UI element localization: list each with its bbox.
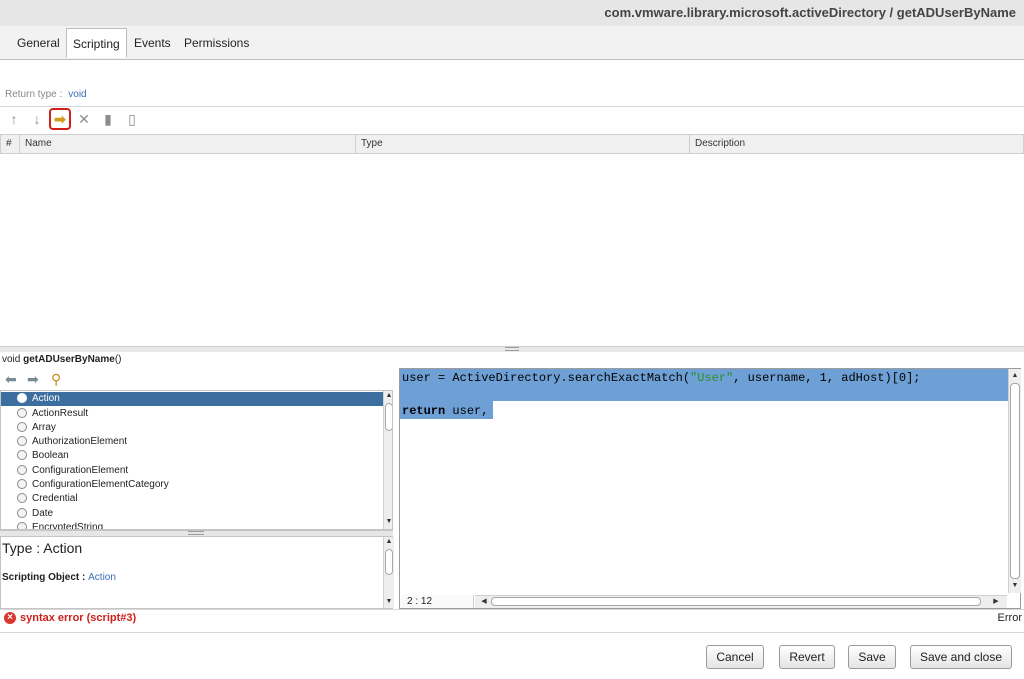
status-bar	[0, 609, 1024, 632]
save-and-close-button[interactable]: Save and close	[910, 645, 1012, 669]
scrollbar-thumb[interactable]	[385, 549, 393, 575]
error-icon: ×	[4, 612, 16, 624]
object-icon	[17, 493, 27, 503]
object-icon	[17, 522, 27, 529]
object-icon	[17, 465, 27, 475]
method-signature: void getADUserByName()	[2, 354, 122, 365]
list-item[interactable]: Boolean	[1, 449, 383, 463]
divider	[0, 632, 1024, 633]
type-list-scrollbar[interactable]: ▲ ▼	[383, 391, 392, 529]
return-type-label: Return type :	[5, 89, 63, 100]
scroll-down-icon[interactable]: ▼	[384, 517, 392, 527]
object-icon	[17, 436, 27, 446]
list-item[interactable]: ConfigurationElementCategory	[1, 478, 383, 492]
paste-icon[interactable]: ▯	[124, 111, 140, 127]
editor-vertical-scrollbar[interactable]: ▲ ▼	[1008, 369, 1021, 593]
scripting-object-link[interactable]: Action	[88, 572, 116, 583]
parameter-table-header: # Name Type Description	[0, 134, 1024, 154]
object-icon	[17, 422, 27, 432]
search-icon[interactable]: ⚲	[51, 371, 61, 388]
scripting-object-row: Scripting Object : Action	[2, 572, 116, 583]
return-type-value[interactable]: void	[68, 89, 86, 100]
error-message[interactable]: syntax error (script#3)	[20, 612, 136, 624]
cursor-position: 2 : 12	[401, 595, 474, 608]
tab-events[interactable]: Events	[134, 36, 171, 50]
type-list: Action ActionResult Array AuthorizationE…	[0, 390, 393, 530]
splitter-grip-icon[interactable]	[505, 347, 519, 351]
object-icon	[17, 393, 27, 403]
scroll-up-icon[interactable]: ▲	[1009, 371, 1021, 381]
status-text: Error	[997, 612, 1022, 624]
tab-general[interactable]: General	[17, 36, 60, 50]
list-item[interactable]: Credential	[1, 492, 383, 506]
list-item[interactable]: ConfigurationElement	[1, 464, 383, 478]
scrollbar-thumb[interactable]	[385, 403, 392, 431]
scroll-up-icon[interactable]: ▲	[384, 537, 394, 547]
list-item[interactable]: Date	[1, 507, 383, 521]
code-line-1: user = ActiveDirectory.searchExactMatch(…	[402, 371, 921, 385]
scroll-right-icon[interactable]: ▶	[991, 597, 1001, 607]
cancel-button[interactable]: Cancel	[706, 645, 764, 669]
column-index[interactable]: #	[6, 138, 12, 149]
list-item[interactable]: EncryptedString	[1, 521, 383, 529]
splitter-grip-icon[interactable]	[188, 531, 204, 535]
move-down-icon[interactable]: ↓	[29, 111, 45, 127]
tab-bar: General Scripting Events Permissions	[0, 26, 1024, 60]
tab-scripting[interactable]: Scripting	[66, 28, 127, 58]
column-type[interactable]: Type	[361, 138, 383, 149]
column-name[interactable]: Name	[25, 138, 52, 149]
scroll-left-icon[interactable]: ◀	[479, 597, 489, 607]
copy-icon[interactable]: ▮	[100, 111, 116, 127]
list-item[interactable]: Array	[1, 421, 383, 435]
object-icon	[17, 450, 27, 460]
divider	[0, 106, 1024, 107]
move-up-icon[interactable]: ↑	[6, 111, 22, 127]
scrollbar-thumb[interactable]	[491, 597, 981, 606]
list-item[interactable]: ActionResult	[1, 407, 383, 421]
list-item[interactable]: Action	[1, 392, 383, 406]
code-line-3: return user,	[402, 404, 489, 418]
list-item[interactable]: AuthorizationElement	[1, 435, 383, 449]
save-button[interactable]: Save	[848, 645, 896, 669]
scroll-up-icon[interactable]: ▲	[384, 391, 392, 401]
object-icon	[17, 508, 27, 518]
editor-horizontal-scrollbar[interactable]: ◀ ▶	[475, 595, 1007, 608]
scroll-down-icon[interactable]: ▼	[1009, 581, 1021, 591]
window-title: com.vmware.library.microsoft.activeDirec…	[604, 5, 1016, 20]
forward-arrow-icon[interactable]: ➡	[27, 371, 39, 388]
delete-icon[interactable]: ✕	[76, 111, 92, 127]
object-icon	[17, 479, 27, 489]
add-parameter-icon[interactable]: ➡	[52, 111, 68, 127]
scroll-down-icon[interactable]: ▼	[384, 597, 394, 607]
object-icon	[17, 408, 27, 418]
return-type-row: Return type : void	[5, 89, 87, 100]
revert-button[interactable]: Revert	[779, 645, 835, 669]
scrollbar-thumb[interactable]	[1010, 383, 1020, 579]
type-heading: Type : Action	[2, 540, 83, 556]
details-scrollbar[interactable]: ▲ ▼	[383, 537, 394, 608]
back-arrow-icon[interactable]: ⬅	[5, 371, 17, 388]
tab-permissions[interactable]: Permissions	[184, 36, 249, 50]
column-description[interactable]: Description	[695, 138, 745, 149]
